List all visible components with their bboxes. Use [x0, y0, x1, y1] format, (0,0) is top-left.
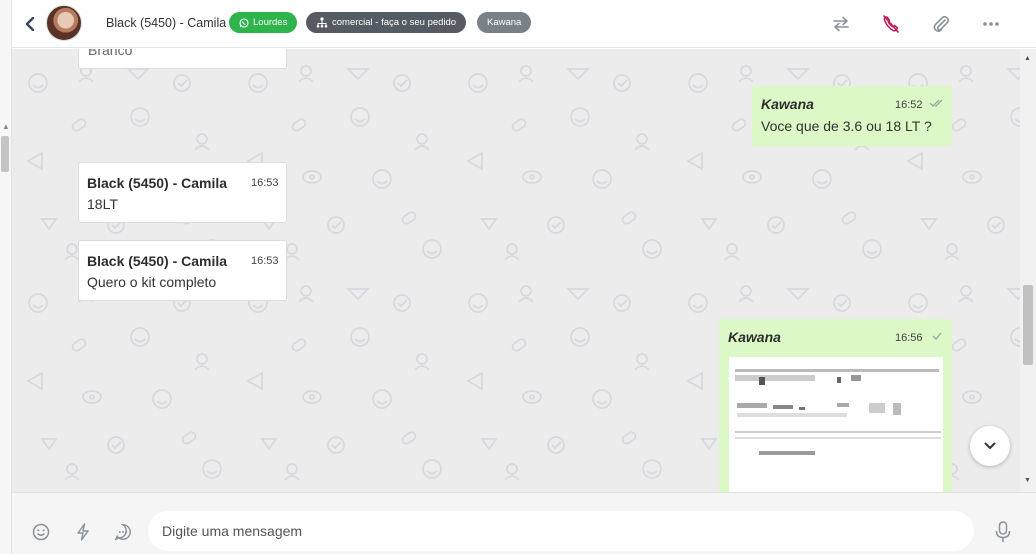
tag-comercial[interactable]: comercial - faça o seu pedido [306, 12, 467, 33]
message-time: 16:53 [251, 177, 279, 189]
transfer-icon[interactable] [829, 12, 853, 36]
quick-reply-icon[interactable] [72, 521, 94, 543]
attachment-icon[interactable] [929, 12, 953, 36]
left-scroll-thumb[interactable] [1, 136, 9, 172]
chat-header: Black (5450) - Camila Lourdes comercial … [12, 0, 1036, 48]
message-incoming[interactable]: Black (5450) - Camila 16:53 Quero o kit … [78, 240, 287, 301]
message-text: 18LT [87, 196, 118, 212]
message-text: Branco [88, 49, 133, 58]
end-call-icon[interactable] [879, 12, 903, 36]
message-list[interactable]: Branco Kawana 16:52 Voce que de 3.6 ou 1… [12, 49, 1020, 492]
sitemap-icon [316, 17, 328, 28]
message-sender: Black (5450) - Camila [87, 175, 228, 191]
microphone-icon[interactable] [992, 521, 1014, 543]
chat-bubble-icon[interactable] [112, 521, 134, 543]
message-text: Voce que de 3.6 ou 18 LT ? [761, 118, 932, 134]
scroll-to-bottom-button[interactable] [970, 426, 1010, 466]
image-attachment[interactable] [729, 357, 943, 492]
image-thumbnail [735, 369, 941, 455]
left-scrollbar[interactable]: ▲ [0, 0, 12, 554]
tag-label: Kawana [487, 17, 522, 28]
single-check-icon [932, 331, 942, 344]
message-time: 16:53 [251, 255, 279, 267]
scroll-up-arrow-icon[interactable]: ▲ [1024, 55, 1031, 62]
message-text: Quero o kit completo [87, 274, 217, 290]
contact-name[interactable]: Black (5450) - Camila [106, 16, 226, 30]
message-incoming[interactable]: Black (5450) - Camila 16:53 18LT [78, 162, 287, 223]
chat-scroll-thumb[interactable] [1023, 285, 1033, 365]
chat-scrollbar[interactable]: ▲ ▼ [1020, 49, 1036, 492]
message-time: 16:56 [895, 332, 923, 344]
message-input[interactable] [148, 511, 974, 551]
message-outgoing[interactable]: Kawana 16:52 Voce que de 3.6 ou 18 LT ? [752, 86, 952, 146]
more-icon[interactable] [979, 12, 1003, 36]
message-composer [12, 492, 1036, 554]
tag-label: Lourdes [253, 17, 288, 28]
message-time: 16:52 [895, 99, 923, 111]
tag-kawana[interactable]: Kawana [477, 12, 532, 33]
tag-label: comercial - faça o seu pedido [332, 17, 457, 28]
message-incoming[interactable]: Branco [78, 49, 287, 69]
scroll-down-arrow-icon[interactable]: ▼ [1024, 477, 1031, 484]
double-check-icon [929, 98, 945, 111]
scroll-up-arrow-icon[interactable]: ▲ [2, 122, 10, 131]
chevron-down-icon [984, 442, 996, 449]
tag-lourdes[interactable]: Lourdes [229, 12, 298, 33]
message-outgoing-image[interactable]: Kawana 16:56 [719, 319, 952, 492]
whatsapp-icon [239, 17, 249, 28]
message-sender: Kawana [761, 96, 814, 112]
emoji-icon[interactable] [30, 521, 52, 543]
back-arrow-icon[interactable] [22, 14, 38, 34]
message-sender: Black (5450) - Camila [87, 253, 228, 269]
avatar[interactable] [46, 5, 82, 41]
message-sender: Kawana [728, 329, 781, 345]
